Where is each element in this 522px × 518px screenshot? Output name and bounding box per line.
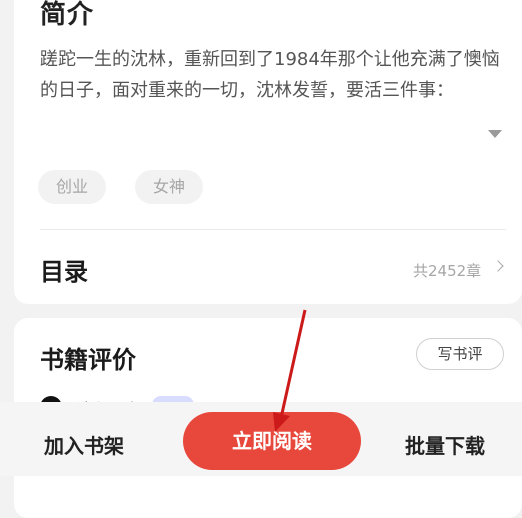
tag-item[interactable]: 女神: [135, 170, 204, 204]
batch-download-button[interactable]: 批量下载: [405, 430, 485, 459]
add-to-shelf-button[interactable]: 加入书架: [44, 430, 124, 459]
read-now-button[interactable]: 立即阅读: [183, 412, 361, 470]
intro-title: 简介: [40, 0, 95, 30]
reviews-title: 书籍评价: [40, 346, 136, 374]
divider: [40, 229, 506, 230]
toc-chapter-count[interactable]: 共2452章: [413, 260, 481, 281]
expand-down-icon[interactable]: [488, 130, 502, 138]
intro-text: 蹉跎一生的沈林，重新回到了1984年那个让他充满了懊恼的日子，面对重来的一切，沈…: [40, 49, 500, 101]
tag-item[interactable]: 创业: [38, 170, 107, 204]
toc-title[interactable]: 目录: [40, 252, 88, 287]
write-review-button[interactable]: 写书评: [416, 338, 504, 370]
